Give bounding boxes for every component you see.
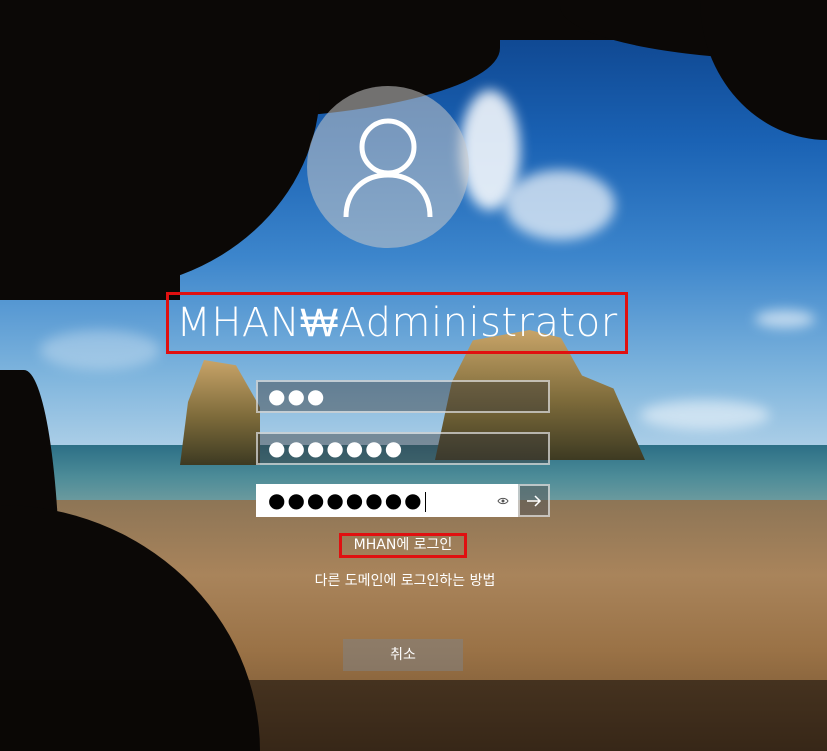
password-field[interactable]: ●●●●●●● [256, 432, 550, 465]
cloud [40, 330, 160, 370]
password-field-value: ●●●●●●● [268, 436, 405, 460]
username-field[interactable]: ●●● [256, 380, 550, 413]
cave-upper-left-mass [0, 0, 180, 300]
reveal-password-button[interactable] [492, 486, 514, 516]
cave-bottom-shade [0, 680, 827, 751]
other-domain-link[interactable]: 다른 도메인에 로그인하는 방법 [250, 570, 560, 590]
domain-label: MHAN에 로그인 [339, 533, 467, 558]
username-display: MHAN₩Administrator [166, 292, 628, 354]
eye-icon [497, 497, 509, 505]
cloud [505, 170, 615, 240]
arrow-right-icon [527, 494, 542, 507]
cloud [755, 310, 815, 328]
cancel-button[interactable]: 취소 [343, 639, 463, 671]
username-field-value: ●●● [268, 384, 327, 408]
submit-button[interactable] [518, 484, 550, 517]
confirm-password-field[interactable]: ●●●●●●●● [256, 484, 518, 517]
user-icon [343, 118, 433, 218]
confirm-password-field-value: ●●●●●●●● [268, 488, 424, 512]
text-caret [424, 491, 426, 512]
user-avatar [307, 86, 469, 248]
cloud [640, 400, 770, 430]
